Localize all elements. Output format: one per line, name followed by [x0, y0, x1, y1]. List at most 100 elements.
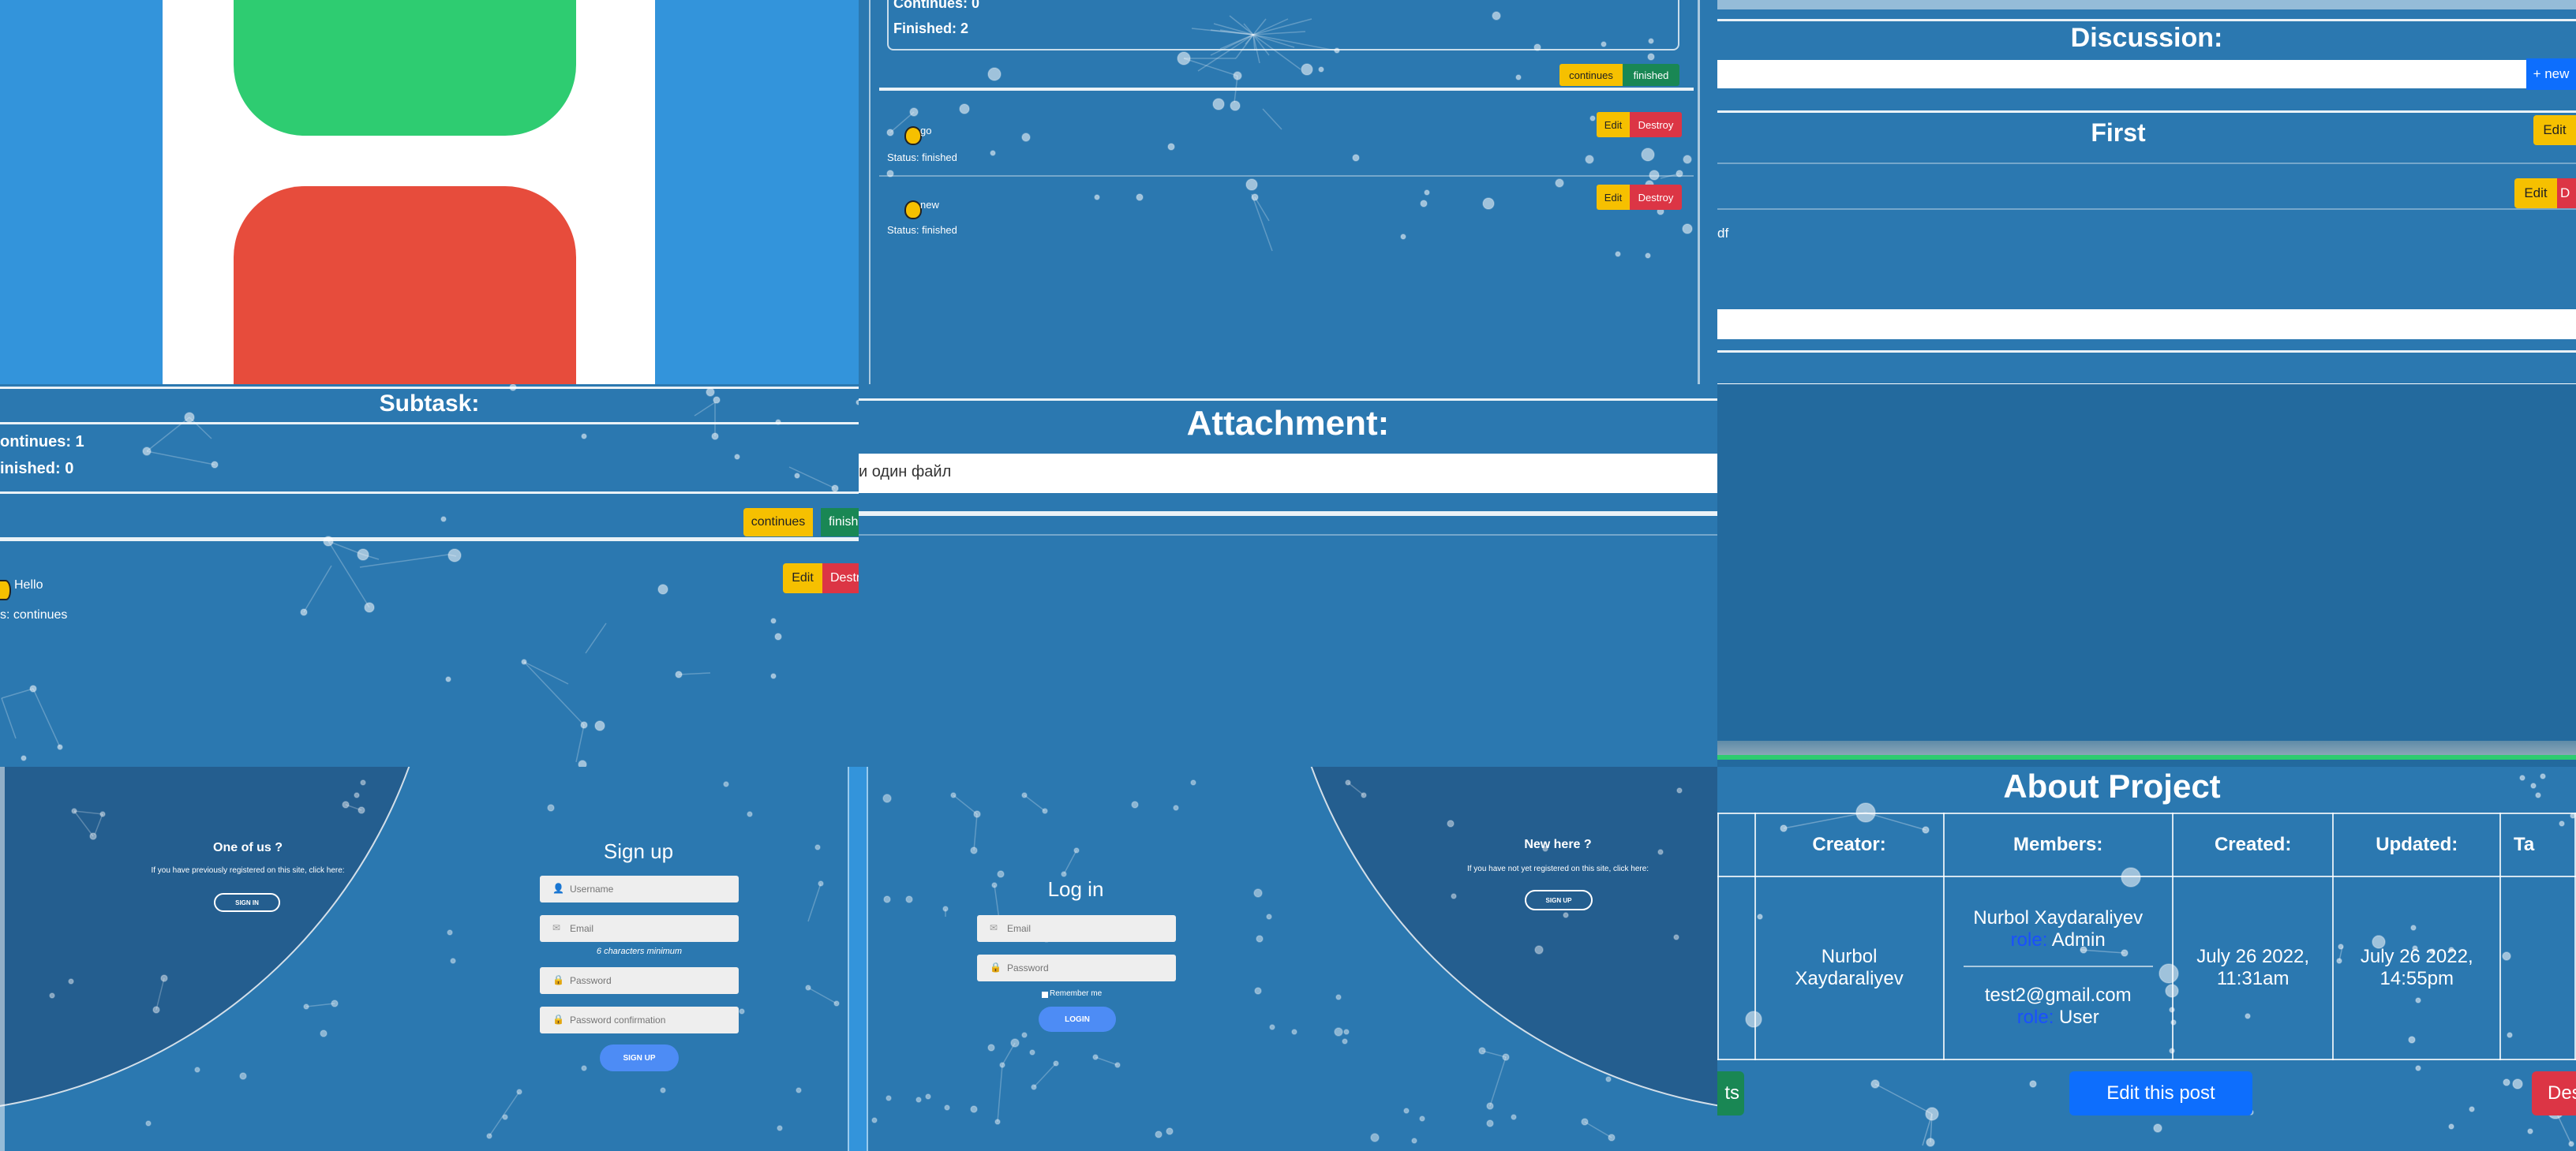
discussion-input[interactable] [1717, 60, 2526, 88]
attachment-panel: Attachment: и один файл [859, 384, 1717, 767]
table-header-row: Creator: Members: Created: Updated: Ta [1717, 813, 2576, 877]
top-rule [1717, 0, 2576, 9]
task-finished-count: Finished: 2 [893, 21, 969, 36]
discussion-panel: Discussion: + new First Edit Edit D df [1717, 0, 2576, 384]
destroy-button[interactable]: Destroy [1630, 112, 1682, 137]
new-discussion-button[interactable]: + new [2526, 58, 2576, 90]
tasks-button[interactable]: ts [1717, 1071, 1744, 1115]
user-icon: 👤 [552, 883, 564, 894]
filter-finished-button[interactable]: finished [1623, 64, 1679, 86]
destroy-comment-button[interactable]: D [2557, 178, 2576, 208]
password-field[interactable] [540, 967, 739, 994]
edit-button[interactable]: Edit [1597, 185, 1630, 210]
login-panel: Log in ✉ 🔒 Remember me LOGIN New here ? … [859, 767, 1717, 1151]
role-label: role: [2016, 1007, 2054, 1028]
subtask-item-status: s: continues [0, 608, 68, 622]
updated-time: 14:55pm [2379, 968, 2454, 989]
edit-post-button[interactable]: Edit this post [2069, 1071, 2252, 1115]
table-row: Nurbol Xaydaraliyev Nurbol Xaydaraliyev … [1717, 876, 2576, 1060]
post-separator [1717, 163, 2576, 164]
destroy-post-button[interactable]: Des [2532, 1071, 2576, 1115]
task-right-border [1698, 0, 1700, 384]
attachment-title: Attachment: [1186, 404, 1390, 443]
hand-icon [904, 200, 922, 219]
lock-icon: 🔒 [552, 974, 564, 985]
table-header-cell [1717, 813, 1756, 877]
filter-continues-button[interactable]: continues [1559, 64, 1623, 86]
username-field[interactable] [540, 876, 739, 902]
member-role: User [2054, 1007, 2099, 1028]
created-cell: July 26 2022, 11:31am [2171, 876, 2334, 1060]
signup-side-title: New here ? [1524, 838, 1592, 851]
attachment-thin-line [859, 534, 1717, 536]
remember-checkbox[interactable] [1042, 992, 1048, 998]
destroy-button[interactable]: Destroy [1630, 185, 1682, 210]
discussion-title: Discussion: [2070, 23, 2223, 53]
signup-submit-button[interactable]: SIGN UP [600, 1044, 679, 1071]
network-background [1, 384, 859, 767]
creator-header: Creator: [1754, 813, 1945, 877]
scroll-shadow [1717, 741, 2576, 755]
task-continues-count: Continues: 0 [893, 0, 980, 11]
login-left-border [859, 767, 868, 1151]
table-cell [1717, 876, 1756, 1060]
task-panel: Continues: 0 Finished: 2 continues finis… [859, 0, 1717, 384]
destroy-button[interactable]: Destr [822, 563, 859, 593]
network-background [49, 779, 840, 1139]
signup-side-button[interactable]: SIGN UP [1525, 890, 1593, 910]
updated-cell: July 26 2022, 14:55pm [2332, 876, 2502, 1060]
edit-button[interactable]: Edit [783, 563, 822, 593]
subtask-panel: Subtask: ontinues: 1 inished: 0 continue… [0, 384, 859, 767]
signup-side-text: If you have not yet registered on this s… [1466, 865, 1649, 873]
comment-text: df [1717, 226, 1729, 241]
table-cell [2499, 876, 2576, 1060]
creator-cell: Nurbol Xaydaraliyev [1754, 876, 1945, 1060]
task-summary-card [887, 0, 1679, 50]
remember-label: Remember me [1050, 989, 1103, 998]
signin-button[interactable]: SIGN IN [214, 893, 280, 912]
subtask-title: go [920, 125, 932, 136]
password-field[interactable] [977, 955, 1176, 981]
edit-comment-button[interactable]: Edit [2514, 178, 2557, 208]
task-divider [879, 88, 1694, 91]
task-left-border [869, 0, 871, 384]
subtask-status: Status: finished [887, 224, 957, 236]
created-date: July 26 2022, [2196, 946, 2310, 967]
filter-continues-button[interactable]: continues [743, 508, 813, 536]
attachment-top-line [859, 398, 1717, 401]
updated-date: July 26 2022, [2360, 946, 2473, 967]
updated-header: Updated: [2332, 813, 2502, 877]
signin-side-text: If you have previously registered on thi… [151, 866, 345, 875]
filter-finished-button[interactable]: finish [821, 508, 859, 536]
subtask-title-line [0, 422, 859, 424]
post-title: First [2091, 118, 2146, 147]
hand-icon [0, 580, 11, 600]
login-form-title: Log in [1047, 877, 1104, 901]
signup-left-border [0, 767, 5, 1151]
file-input[interactable] [859, 454, 1717, 493]
member-name: Nurbol Xaydaraliyev [1973, 907, 2144, 929]
email-field[interactable] [977, 915, 1176, 942]
password-confirmation-field[interactable] [540, 1007, 739, 1033]
edit-button[interactable]: Edit [1597, 112, 1630, 137]
members-cell: Nurbol Xaydaraliyev role: Admin test2@gm… [1942, 876, 2174, 1060]
envelope-icon: ✉ [552, 922, 561, 933]
comment-input[interactable] [1717, 309, 2576, 339]
about-table: Creator: Members: Created: Updated: Ta N… [1717, 813, 2576, 1060]
green-accent-bar [1717, 755, 2576, 760]
discussion-top-line [1717, 19, 2576, 21]
lock-icon: 🔒 [552, 1014, 564, 1025]
member-divider [1963, 966, 2153, 967]
password-hint: 6 characters minimum [596, 947, 683, 956]
comment-separator [1717, 208, 2576, 210]
subtask-title: new [920, 199, 939, 211]
envelope-icon: ✉ [990, 922, 998, 933]
subtask-separator [879, 175, 1694, 177]
login-submit-button[interactable]: LOGIN [1039, 1007, 1116, 1032]
empty-panel [1717, 384, 2576, 767]
email-field[interactable] [540, 915, 739, 942]
subtask-item-title: Hello [14, 578, 43, 592]
signin-side-title: One of us ? [213, 841, 283, 854]
subtask-status: Status: finished [887, 151, 957, 163]
edit-post-button[interactable]: Edit [2533, 115, 2576, 145]
